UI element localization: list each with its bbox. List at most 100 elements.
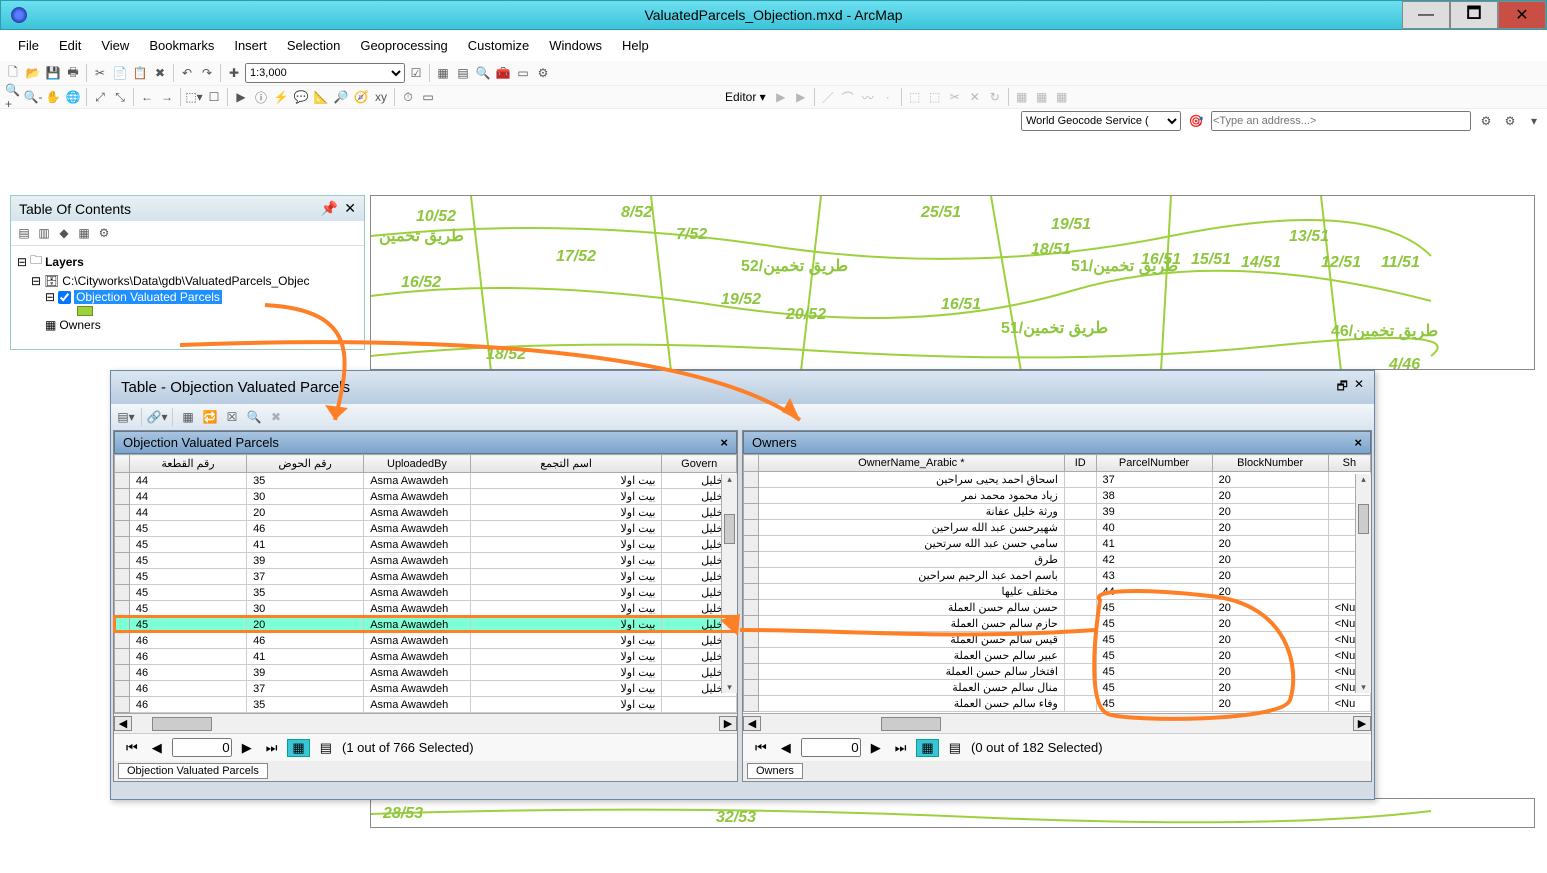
cell[interactable]: Asma Awawdeh [364,569,471,585]
cell[interactable]: 45 [1096,616,1212,632]
clear-selection-icon[interactable]: ☐ [205,88,223,106]
cell[interactable]: 42 [1096,552,1212,568]
right-subtable-close-icon[interactable]: × [1354,435,1362,450]
cell[interactable]: 39 [247,553,364,569]
column-header[interactable]: Sh [1328,455,1370,472]
undo-icon[interactable]: ↶ [178,64,196,82]
scroll-right-icon[interactable]: ▶ [1353,716,1371,731]
cell[interactable]: 35 [247,585,364,601]
open-icon[interactable]: 📂 [24,64,42,82]
cell[interactable] [1064,536,1096,552]
toc-tree[interactable]: ⊟🗀Layers ⊟🗄C:\Cityworks\Data\gdb\Valuate… [11,246,364,337]
cell[interactable] [1064,616,1096,632]
cell[interactable]: 38 [1096,488,1212,504]
cell[interactable]: 46 [129,665,246,681]
cell[interactable]: Asma Awawdeh [364,697,471,713]
delete-icon[interactable]: ✖ [151,64,169,82]
table-row[interactable]: اسحاق احمد يحيى سراحين3720 [744,472,1371,488]
cell[interactable]: 20 [1212,584,1328,600]
table-row[interactable]: باسم احمد عبد الرحيم سراحين 4320 [744,568,1371,584]
cell[interactable]: 45 [129,537,246,553]
cell[interactable]: 45 [129,585,246,601]
list-by-drawing-icon[interactable]: ▤ [15,224,33,242]
datasource-path[interactable]: C:\Cityworks\Data\gdb\ValuatedParcels_Ob… [62,274,309,288]
cell[interactable]: 39 [1096,504,1212,520]
zoom-selected-icon[interactable]: 🔍 [245,408,263,426]
fixed-zoom-in-icon[interactable]: ⤢ [91,88,109,106]
vertical-scrollbar[interactable] [1355,474,1371,693]
horizontal-scrollbar[interactable]: ◀ ▶ [743,713,1371,733]
table-row[interactable]: حسن سالم حسن العملة4520<Nu [744,600,1371,616]
left-subtable-close-icon[interactable]: × [720,435,728,450]
cell[interactable]: 45 [1096,680,1212,696]
cell[interactable]: 46 [129,633,246,649]
cell[interactable]: 20 [1212,552,1328,568]
cell[interactable]: باسم احمد عبد الرحيم سراحين [758,568,1064,584]
layer-checkbox[interactable] [58,291,71,304]
column-header[interactable]: رقم القطعة [129,455,246,473]
address-input[interactable] [1211,111,1471,131]
nav-first-icon[interactable]: ⏮ [751,740,771,756]
column-header[interactable]: اسم التجمع [470,455,662,473]
left-tab[interactable]: Objection Valuated Parcels [118,763,268,779]
forward-icon[interactable]: → [158,88,176,106]
cell[interactable]: 45 [1096,600,1212,616]
table-row[interactable]: طرق 4220 [744,552,1371,568]
model-icon[interactable]: ⚙ [534,64,552,82]
column-header[interactable]: رقم الحوض [247,455,364,473]
cell[interactable]: 45 [129,569,246,585]
cell[interactable]: 39 [247,665,364,681]
cell[interactable]: 43 [1096,568,1212,584]
cell[interactable]: 46 [247,521,364,537]
nav-first-icon[interactable]: ⏮ [122,740,142,756]
cell[interactable] [1064,632,1096,648]
catalog-icon[interactable]: ▤ [454,64,472,82]
table-row[interactable]: حازم سالم حسن العملة4520<Nu [744,616,1371,632]
full-extent-icon[interactable]: 🌐 [64,88,82,106]
nav-next-icon[interactable]: ▶ [238,740,256,756]
cell[interactable]: بيت اولا [470,473,662,489]
cell[interactable]: ورثة خليل عفانة [758,504,1064,520]
cell[interactable] [1064,520,1096,536]
table-window-restore-icon[interactable]: 🗗 [1337,377,1348,398]
hyperlink-icon[interactable]: ⚡ [272,88,290,106]
cell[interactable]: 37 [247,569,364,585]
delete-selected-icon[interactable]: ✖ [267,408,285,426]
tree-toggle-icon[interactable]: ⊟ [31,274,41,288]
table-window-titlebar[interactable]: Table - Objection Valuated Parcels 🗗 ✕ [111,371,1374,404]
list-by-source-icon[interactable]: ▥ [35,224,53,242]
cell[interactable]: 44 [129,505,246,521]
menu-edit[interactable]: Edit [51,36,89,55]
add-data-icon[interactable]: ✚ [225,64,243,82]
vertical-scrollbar[interactable] [721,474,737,693]
table-row[interactable]: سامي حسن عبد الله سرتحين4120 [744,536,1371,552]
layer-objection[interactable]: Objection Valuated Parcels [74,290,222,304]
redo-icon[interactable]: ↷ [198,64,216,82]
cell[interactable] [1064,648,1096,664]
table-row[interactable]: 4635Asma Awawdehبيت اولا [115,697,737,713]
cell[interactable]: 45 [1096,648,1212,664]
nav-position-input[interactable] [801,738,861,757]
find-icon[interactable]: 🔎 [332,88,350,106]
nav-prev-icon[interactable]: ◀ [148,740,166,756]
cell[interactable]: 20 [1212,568,1328,584]
cell[interactable] [1064,472,1096,488]
fixed-zoom-out-icon[interactable]: ⤡ [111,88,129,106]
nav-next-icon[interactable]: ▶ [867,740,885,756]
column-header[interactable]: ID [1064,455,1096,472]
cell[interactable]: 45 [1096,632,1212,648]
cell[interactable]: مختلف عليها [758,584,1064,600]
viewer-icon[interactable]: ▭ [419,88,437,106]
cell[interactable]: طرق [758,552,1064,568]
cell[interactable]: حازم سالم حسن العملة [758,616,1064,632]
cell[interactable] [1064,552,1096,568]
cell[interactable]: Asma Awawdeh [364,665,471,681]
cell[interactable]: 37 [247,681,364,697]
nav-last-icon[interactable]: ⏭ [262,740,282,756]
cell[interactable]: 20 [1212,600,1328,616]
cell[interactable]: 41 [1096,536,1212,552]
cell[interactable]: 46 [129,681,246,697]
geocode-more-icon[interactable]: ▾ [1525,112,1543,130]
cell[interactable] [1064,664,1096,680]
cell[interactable]: Asma Awawdeh [364,633,471,649]
